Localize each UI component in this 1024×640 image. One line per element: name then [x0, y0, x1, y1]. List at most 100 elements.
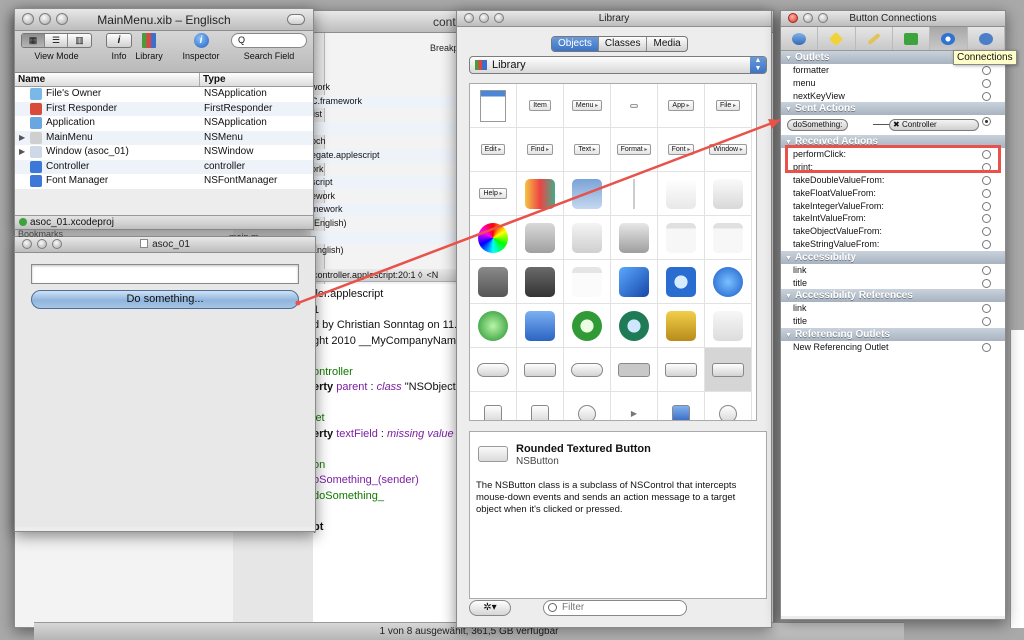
- editor-path[interactable]: controller.applescript:20:1 ◊: [313, 270, 423, 280]
- zoom-button[interactable]: [56, 13, 68, 25]
- library-item[interactable]: [705, 260, 752, 304]
- library-popup[interactable]: Library ▲ ▼: [469, 56, 767, 74]
- sent-action-target[interactable]: ✖ Controller: [889, 119, 979, 132]
- library-item[interactable]: [564, 216, 611, 260]
- library-item[interactable]: App: [658, 84, 705, 128]
- tab-connections[interactable]: [930, 27, 968, 50]
- tab-bindings[interactable]: [893, 27, 931, 50]
- object-row[interactable]: First Responder FirstResponder: [15, 101, 313, 116]
- connection-circle[interactable]: [982, 66, 991, 75]
- library-item[interactable]: Find: [517, 128, 564, 172]
- close-button[interactable]: [788, 13, 798, 23]
- library-button[interactable]: Library: [129, 33, 169, 61]
- sent-action-name[interactable]: doSomething:: [787, 119, 849, 132]
- library-item[interactable]: Menu: [564, 84, 611, 128]
- minimize-button[interactable]: [479, 13, 489, 23]
- library-item[interactable]: [611, 84, 658, 128]
- library-item[interactable]: [705, 348, 752, 392]
- breakpoints-label[interactable]: Breakp: [430, 37, 459, 59]
- connection-circle[interactable]: [982, 317, 991, 327]
- xib-document-window[interactable]: MainMenu.xib – Englisch ▦ ☰ ▥ View Mode …: [14, 8, 314, 230]
- zoom-button[interactable]: [52, 239, 62, 249]
- library-item[interactable]: [611, 304, 658, 348]
- close-button[interactable]: [22, 13, 34, 25]
- connection-circle[interactable]: [982, 278, 991, 288]
- object-row[interactable]: File's Owner NSApplication: [15, 87, 313, 102]
- list-view-icon[interactable]: ☰: [45, 34, 68, 47]
- disclosure-triangle-icon[interactable]: ▶: [19, 145, 30, 159]
- library-item[interactable]: [611, 260, 658, 304]
- disconnect-icon[interactable]: ✖: [893, 120, 900, 130]
- connection-circle[interactable]: [982, 91, 991, 101]
- library-item[interactable]: Help: [470, 172, 517, 216]
- library-item[interactable]: [470, 260, 517, 304]
- do-something-button[interactable]: Do something...: [31, 290, 299, 309]
- tab-media[interactable]: Media: [647, 37, 686, 51]
- search-field-item[interactable]: Q Search Field: [227, 33, 311, 61]
- filter-input[interactable]: Filter: [543, 600, 687, 616]
- library-item[interactable]: [658, 392, 705, 420]
- column-name-header[interactable]: Name: [15, 73, 200, 86]
- minimize-button[interactable]: [803, 13, 813, 23]
- connection-circle[interactable]: [982, 78, 991, 88]
- library-item[interactable]: Format: [611, 128, 658, 172]
- connection-circle[interactable]: [982, 342, 991, 352]
- toolbar-toggle-button[interactable]: [287, 14, 305, 25]
- object-row[interactable]: ▶ Window (asoc_01) NSWindow: [15, 145, 313, 160]
- tab-effects[interactable]: [818, 27, 856, 50]
- text-field[interactable]: [31, 264, 299, 284]
- column-type-header[interactable]: Type: [200, 73, 226, 86]
- tab-identity[interactable]: [968, 27, 1005, 50]
- app-window-asoc[interactable]: asoc_01 Do something...: [14, 236, 316, 532]
- library-item[interactable]: [470, 304, 517, 348]
- library-item[interactable]: [705, 172, 752, 216]
- connection-circle[interactable]: [982, 239, 991, 249]
- library-item[interactable]: [470, 348, 517, 392]
- section-accessibility-references[interactable]: ▼ Accessibility References: [781, 289, 1005, 303]
- tab-classes[interactable]: Classes: [599, 37, 648, 51]
- library-item[interactable]: [564, 172, 611, 216]
- object-row[interactable]: Font Manager NSFontManager: [15, 174, 313, 189]
- tab-attributes[interactable]: [781, 27, 819, 50]
- library-item[interactable]: [564, 348, 611, 392]
- library-item[interactable]: [564, 392, 611, 420]
- library-item[interactable]: [705, 392, 752, 420]
- library-item[interactable]: [517, 172, 564, 216]
- icon-view-icon[interactable]: ▦: [22, 34, 45, 47]
- connection-circle[interactable]: [982, 227, 991, 237]
- zoom-button[interactable]: [494, 13, 504, 23]
- library-item[interactable]: [658, 304, 705, 348]
- connection-circle[interactable]: [982, 214, 991, 224]
- library-item[interactable]: [470, 84, 517, 128]
- library-item[interactable]: Window: [705, 128, 752, 172]
- library-item[interactable]: [470, 216, 517, 260]
- zoom-button[interactable]: [818, 13, 828, 23]
- connection-circle[interactable]: [982, 175, 991, 185]
- column-view-icon[interactable]: ▥: [68, 34, 91, 47]
- library-item[interactable]: [564, 260, 611, 304]
- library-item[interactable]: [517, 260, 564, 304]
- minimize-button[interactable]: [37, 239, 47, 249]
- library-item[interactable]: [705, 304, 752, 348]
- close-button[interactable]: [464, 13, 474, 23]
- section-sent-actions[interactable]: ▼ Sent Actions: [781, 102, 1005, 116]
- library-item[interactable]: [517, 304, 564, 348]
- gear-menu-button[interactable]: ✲▾: [469, 600, 511, 616]
- library-item[interactable]: [611, 216, 658, 260]
- section-referencing-outlets[interactable]: ▼ Referencing Outlets: [781, 327, 1005, 341]
- library-item[interactable]: Text: [564, 128, 611, 172]
- connection-circle[interactable]: [982, 304, 991, 314]
- library-window[interactable]: Library Objects Classes Media Library ▲ ▼…: [456, 10, 772, 628]
- connection-circle[interactable]: [982, 265, 991, 275]
- object-row[interactable]: ▶ MainMenu NSMenu: [15, 130, 313, 145]
- inspector-button[interactable]: i Inspector: [179, 33, 223, 61]
- library-item[interactable]: ▶: [611, 392, 658, 420]
- library-item[interactable]: [611, 348, 658, 392]
- minimize-button[interactable]: [39, 13, 51, 25]
- library-item[interactable]: [658, 216, 705, 260]
- connection-circle[interactable]: [982, 117, 991, 127]
- library-item[interactable]: [658, 260, 705, 304]
- library-item[interactable]: [658, 348, 705, 392]
- library-item[interactable]: [564, 304, 611, 348]
- library-item[interactable]: File: [705, 84, 752, 128]
